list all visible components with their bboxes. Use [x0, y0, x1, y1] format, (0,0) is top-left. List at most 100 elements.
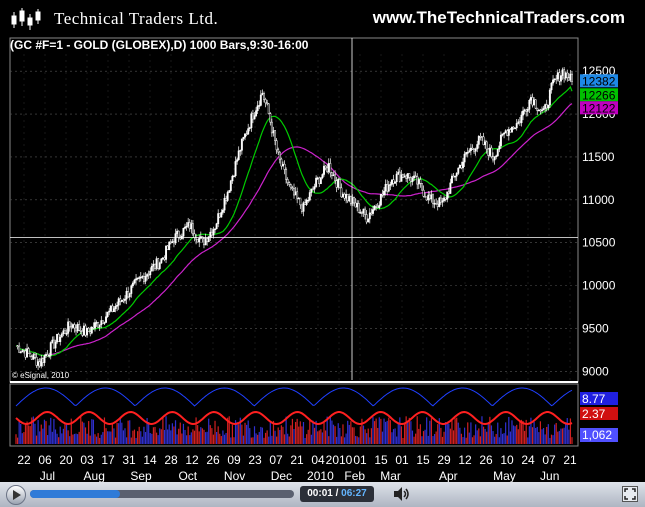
candle-body — [286, 179, 289, 183]
volume-bar — [137, 431, 139, 444]
candle-body — [384, 184, 387, 192]
volume-bar — [208, 418, 210, 444]
candle-body — [512, 126, 515, 129]
candle-body — [496, 148, 499, 157]
candle-body — [552, 79, 554, 84]
candle-body — [64, 330, 66, 334]
volume-bar — [78, 431, 80, 444]
candle-body — [52, 339, 55, 349]
candle-body — [566, 72, 569, 78]
candle-body — [390, 179, 393, 185]
volume-bar — [42, 428, 44, 444]
volume-bar — [170, 430, 172, 444]
candle-body — [340, 187, 343, 198]
candle-body — [438, 197, 441, 207]
candle-body — [266, 102, 269, 105]
candle-body — [451, 175, 453, 184]
volume-bar — [367, 428, 369, 444]
volume-bar — [130, 437, 132, 444]
volume-bar — [263, 437, 265, 444]
candle-body — [490, 147, 493, 157]
oscillator-blue-line — [15, 387, 573, 407]
volume-bar — [542, 428, 545, 444]
candle-body — [193, 233, 196, 238]
volume-bar — [377, 427, 379, 444]
volume-bar — [505, 422, 507, 444]
candle-body — [116, 304, 119, 307]
candle-body — [506, 130, 509, 136]
candle-body — [503, 132, 506, 135]
candle-body — [190, 223, 193, 230]
volume-bar — [445, 422, 447, 444]
volume-bar — [92, 419, 94, 444]
ma-slow-label: 12122 — [582, 101, 616, 115]
candle-body — [149, 270, 152, 276]
x-month-label: May — [493, 469, 516, 483]
volume-bar — [536, 426, 538, 444]
candle-body — [244, 133, 246, 138]
volume-bar — [125, 437, 128, 444]
volume-bar — [490, 425, 493, 444]
volume-bar — [422, 431, 425, 444]
candle-body — [397, 171, 400, 175]
volume-bar — [108, 431, 110, 444]
candle-body — [152, 263, 155, 267]
site-url[interactable]: www.TheTechnicalTraders.com — [373, 8, 625, 28]
player-frame: Technical Traders Ltd. www.TheTechnicalT… — [0, 0, 645, 507]
x-tick-label: 24 — [521, 453, 535, 467]
candle-body — [62, 330, 65, 335]
volume-bar — [366, 433, 368, 444]
candle-body — [155, 258, 158, 269]
candle-body — [326, 167, 329, 173]
candle-body — [471, 147, 474, 150]
candle-body — [394, 181, 397, 184]
volume-bar — [475, 424, 477, 444]
play-button[interactable] — [6, 485, 26, 505]
volume-bar — [512, 425, 515, 444]
candle-body — [567, 77, 570, 81]
candle-body — [387, 184, 390, 192]
progress-bar[interactable] — [30, 490, 294, 498]
y-tick-label: 10500 — [582, 236, 616, 250]
candle-body — [542, 108, 545, 111]
candle-body — [469, 147, 472, 151]
candle-body — [302, 202, 305, 212]
fullscreen-icon[interactable] — [622, 486, 638, 502]
candle-body — [293, 188, 295, 196]
volume-bar — [497, 422, 499, 444]
candle-body — [220, 212, 223, 218]
volume-bar — [544, 434, 546, 444]
volume-icon[interactable] — [392, 486, 410, 502]
volume-bar — [568, 429, 570, 444]
candle-body — [354, 202, 357, 208]
candle-body — [128, 293, 131, 298]
volume-bar — [113, 428, 115, 444]
candle-body — [338, 179, 341, 189]
candle-body — [283, 163, 286, 170]
volume-bar — [206, 431, 208, 444]
volume-bar — [154, 426, 156, 444]
volume-bar — [46, 435, 49, 444]
candle-body — [454, 175, 457, 178]
volume-bar — [111, 423, 113, 444]
candle-body — [43, 355, 46, 363]
candle-body — [217, 213, 220, 224]
x-tick-label: 21 — [290, 453, 304, 467]
candle-body — [517, 121, 520, 124]
candle-body — [308, 192, 311, 201]
volume-bar — [200, 427, 202, 444]
x-tick-label: 07 — [269, 453, 283, 467]
volume-bar — [97, 433, 99, 444]
candle-body — [247, 128, 250, 135]
volume-bar — [476, 430, 478, 444]
volume-bar — [465, 437, 467, 444]
candle-body — [258, 105, 261, 107]
candle-body — [291, 187, 294, 190]
volume-bar — [517, 429, 519, 444]
candle-body — [267, 103, 270, 114]
volume-bar — [220, 436, 222, 444]
candle-body — [304, 202, 307, 205]
candle-body — [144, 276, 147, 282]
candle-body — [57, 333, 60, 342]
volume-bar — [258, 431, 260, 444]
